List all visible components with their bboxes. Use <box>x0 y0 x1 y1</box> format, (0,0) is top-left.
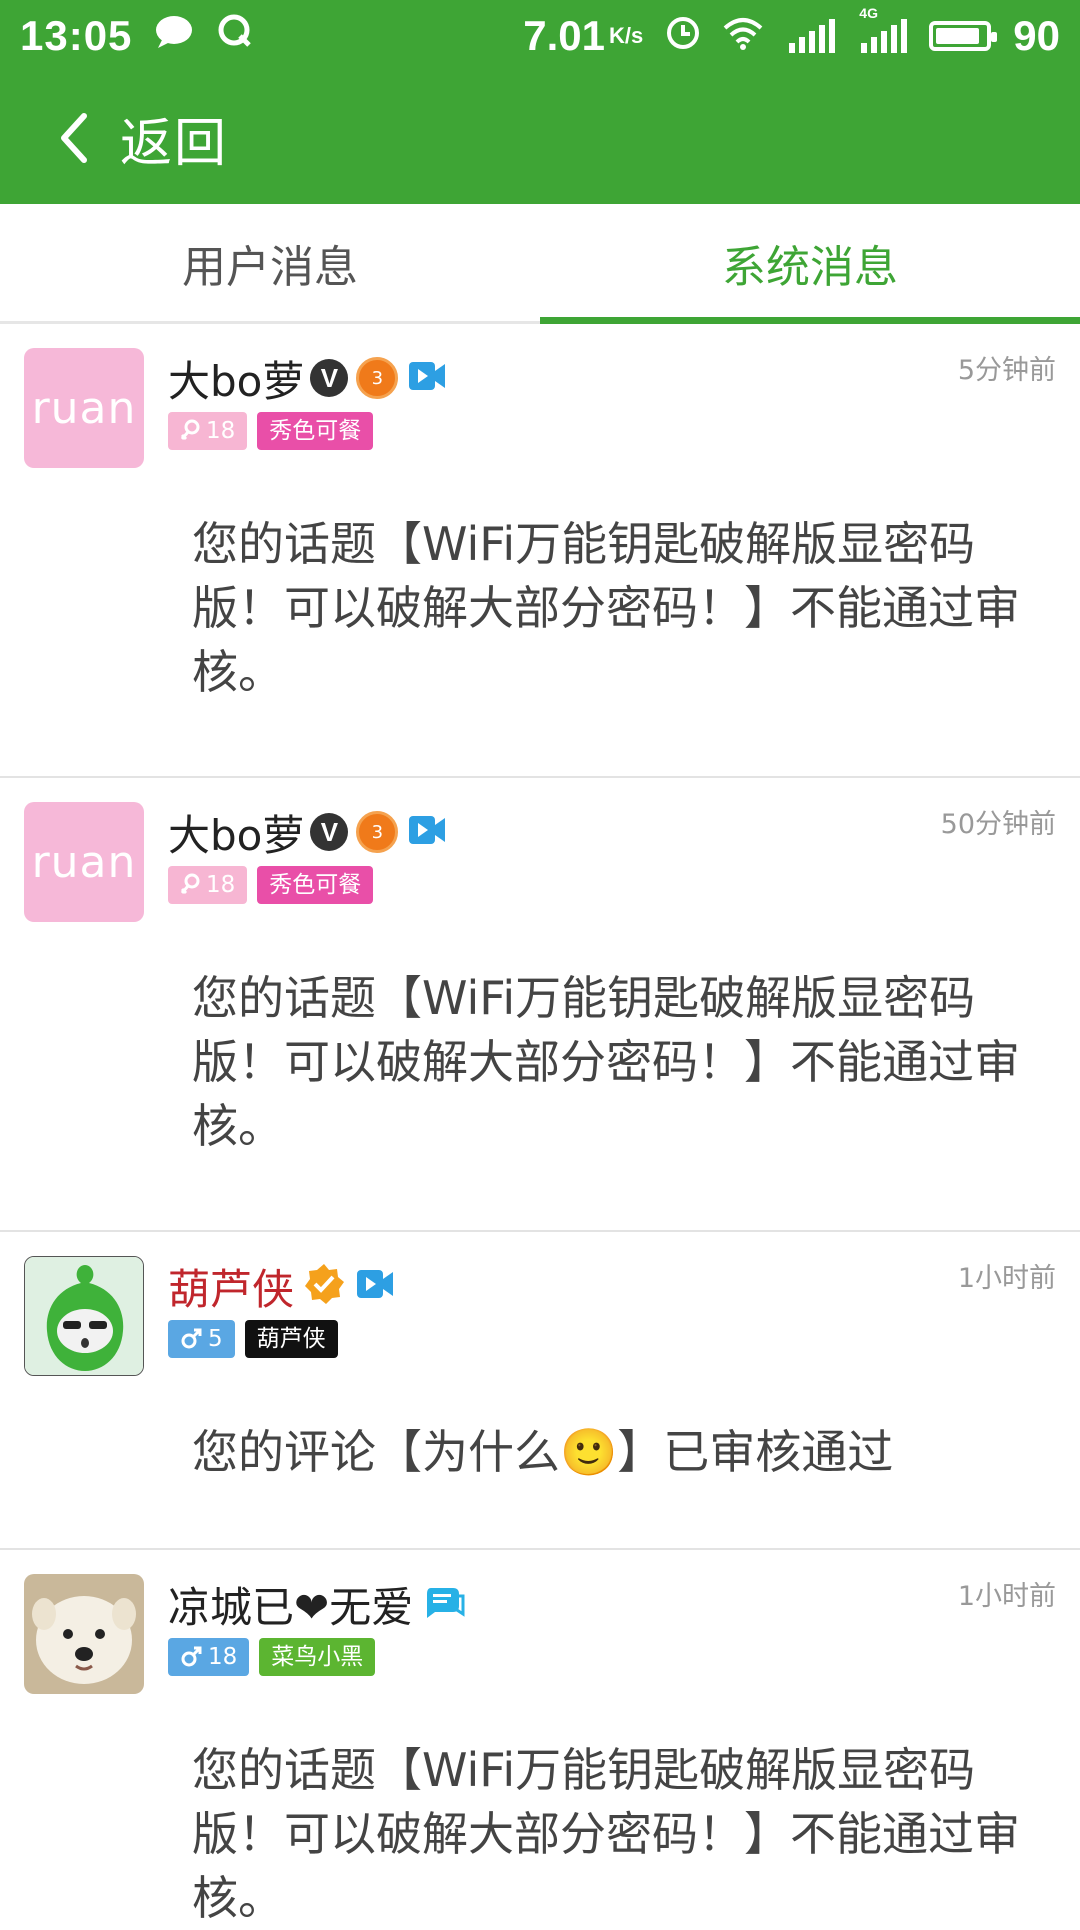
level-badge: 18 <box>168 1638 250 1676</box>
message-text: 您的话题【WiFi万能钥匙破解版显密码版！可以破解大部分密码！】不能通过审核。 <box>192 971 1020 1153</box>
tab-user-messages[interactable]: 用户消息 <box>0 204 540 321</box>
title-tag: 秀色可餐 <box>257 866 374 904</box>
female-icon <box>180 419 200 441</box>
back-arrow-icon[interactable] <box>44 108 104 168</box>
message-time: 5分钟前 <box>957 355 1056 386</box>
alarm-icon <box>665 12 701 60</box>
gourd-avatar-icon <box>25 1257 143 1375</box>
title-tag: 菜鸟小黑 <box>259 1638 376 1676</box>
male-icon <box>181 1646 202 1667</box>
wifi-icon <box>723 12 763 60</box>
signal-icon <box>785 19 836 53</box>
battery-icon <box>929 21 998 51</box>
list-item[interactable]: ruan 大bo萝 V 3 5分钟前 18 秀色可餐 您的话题【WiFi万能钥匙… <box>0 324 1080 778</box>
level-value: 18 <box>208 1644 238 1670</box>
signal-4g-icon: 4G <box>857 5 908 53</box>
medal-icon: 3 <box>356 357 399 399</box>
user-name[interactable]: 大bo萝 <box>168 348 304 409</box>
level-badge: 18 <box>168 866 248 904</box>
female-icon <box>180 873 200 895</box>
verified-v-icon: V <box>310 359 349 397</box>
q-icon <box>216 12 254 60</box>
title-tag: 秀色可餐 <box>257 412 374 450</box>
message-list: ruan 大bo萝 V 3 5分钟前 18 秀色可餐 您的话题【WiFi万能钥匙… <box>0 324 1080 1925</box>
level-value: 5 <box>208 1326 223 1352</box>
message-text: 您的评论【为什么🙂】已审核通过 <box>192 1425 894 1479</box>
video-icon <box>408 813 446 851</box>
avatar-text: ruan <box>31 836 137 888</box>
app-bar: 返回 <box>0 72 1080 204</box>
chat-icon <box>154 12 194 60</box>
male-icon <box>181 1328 202 1349</box>
message-time: 1小时前 <box>957 1263 1056 1294</box>
avatar[interactable]: ruan <box>24 802 144 922</box>
dog-avatar-icon <box>24 1574 144 1694</box>
network-type: 4G <box>859 5 878 21</box>
back-button-label[interactable]: 返回 <box>120 101 228 176</box>
message-time: 1小时前 <box>957 1581 1056 1612</box>
message-text: 您的话题【WiFi万能钥匙破解版显密码版！可以破解大部分密码！】不能通过审核。 <box>192 517 1020 699</box>
avatar[interactable] <box>24 1574 144 1694</box>
avatar[interactable]: ruan <box>24 348 144 468</box>
video-icon <box>408 359 446 397</box>
status-bar: 13:05 7.01 K/s 4G 90 <box>0 0 1080 72</box>
list-item[interactable]: ruan 大bo萝 V 3 50分钟前 18 秀色可餐 您的话题【WiFi万能钥… <box>0 778 1080 1232</box>
level-badge: 5 <box>168 1320 235 1358</box>
chat-bubble-icon <box>421 1584 465 1624</box>
level-value: 18 <box>206 872 236 898</box>
tab-system-messages[interactable]: 系统消息 <box>540 204 1080 324</box>
list-item[interactable]: 葫芦侠 1小时前 5 葫芦侠 您的评论【为什么🙂】已审核通过 <box>0 1232 1080 1550</box>
level-value: 18 <box>206 418 236 444</box>
message-text: 您的话题【WiFi万能钥匙破解版显密码版！可以破解大部分密码！】不能通过审核。 <box>192 1743 1020 1925</box>
list-item[interactable]: 凉城已❤无爱 1小时前 18 菜鸟小黑 您的话题【WiFi万能钥匙破解版显密码版… <box>0 1550 1080 1925</box>
battery-percent: 90 <box>1013 12 1060 59</box>
avatar-text: ruan <box>31 382 137 434</box>
status-time: 13:05 <box>20 12 133 59</box>
user-name[interactable]: 大bo萝 <box>168 802 304 863</box>
level-badge: 18 <box>168 412 248 450</box>
tab-bar: 用户消息 系统消息 <box>0 204 1080 324</box>
verified-v-icon: V <box>310 813 349 851</box>
user-name[interactable]: 葫芦侠 <box>168 1256 294 1317</box>
user-name[interactable]: 凉城已❤无爱 <box>168 1574 413 1635</box>
message-time: 50分钟前 <box>940 809 1056 840</box>
medal-icon: 3 <box>356 811 399 853</box>
title-tag: 葫芦侠 <box>244 1320 338 1358</box>
network-speed: 7.01 <box>523 12 606 59</box>
network-speed-unit: K/s <box>609 23 644 48</box>
avatar[interactable] <box>24 1256 144 1376</box>
verified-star-icon <box>302 1262 346 1310</box>
video-icon <box>356 1267 394 1305</box>
